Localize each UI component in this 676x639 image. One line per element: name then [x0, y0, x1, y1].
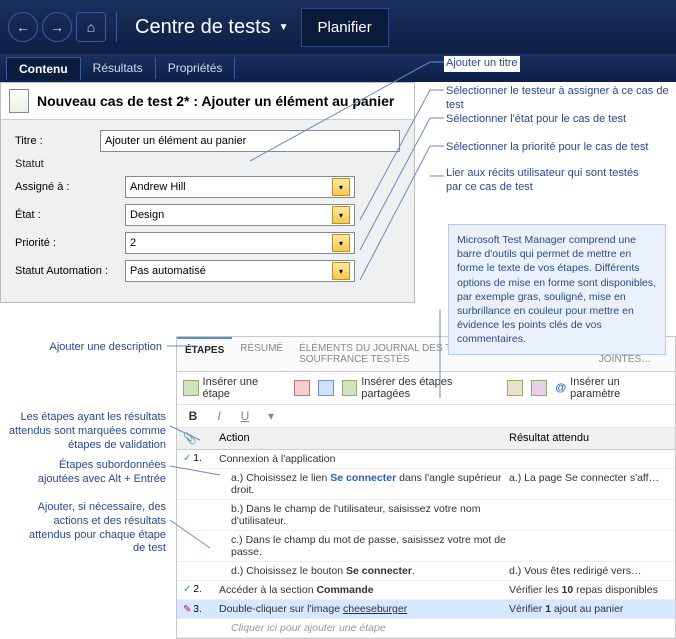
underline-button[interactable]: U	[235, 409, 255, 423]
insert-param-label: Insérer un paramètre	[570, 376, 669, 400]
tool-icon	[531, 380, 547, 396]
at-icon: @	[555, 382, 566, 394]
callout-addsteps: Ajouter, si nécessaire, des actions et d…	[18, 500, 168, 557]
callout-box-toolbar: Microsoft Test Manager comprend une barr…	[448, 224, 666, 355]
step-icon: ✓	[183, 453, 191, 465]
tab-resultats[interactable]: Résultats	[81, 57, 156, 79]
titre-input[interactable]	[100, 130, 400, 152]
automation-value: Pas automatisé	[130, 265, 206, 277]
insert-step-icon	[183, 380, 199, 396]
document-icon	[9, 89, 29, 113]
automation-label: Statut Automation :	[15, 265, 125, 277]
step-icon: ✓	[183, 584, 191, 596]
step-row[interactable]: ✓1.Connexion à l'application	[177, 450, 675, 469]
step-row[interactable]: ✓2.Accéder à la section CommandeVérifier…	[177, 581, 675, 600]
insert-shared-label: Insérer des étapes partagées	[361, 376, 499, 400]
col-action: Action	[219, 432, 509, 445]
back-button[interactable]: ←	[8, 12, 38, 42]
page-title: Nouveau cas de test 2* : Ajouter un élém…	[37, 93, 394, 109]
assigne-label: Assigné à :	[15, 181, 125, 193]
format-bar: B I U ▾	[177, 405, 675, 428]
extra-button-1[interactable]	[507, 380, 523, 396]
row-automation: Statut Automation : Pas automatisé ▾	[15, 260, 400, 282]
arrow-icon	[294, 380, 310, 396]
priorite-label: Priorité :	[15, 237, 125, 249]
attach-icon: 📎	[183, 432, 219, 445]
step-row[interactable]: ✎3.Double-cliquer sur l'image cheeseburg…	[177, 600, 675, 619]
chevron-down-icon: ▾	[332, 262, 350, 280]
step-row[interactable]: c.) Dans le champ du mot de passe, saisi…	[177, 531, 675, 562]
row-assigne: Assigné à : Andrew Hill ▾	[15, 176, 400, 198]
app-title[interactable]: Centre de tests ▼	[135, 16, 289, 39]
italic-button[interactable]: I	[209, 409, 229, 423]
step-icon: ✎	[183, 604, 191, 615]
page-panel: Nouveau cas de test 2* : Ajouter un élém…	[0, 82, 415, 303]
automation-select[interactable]: Pas automatisé ▾	[125, 260, 355, 282]
col-result: Résultat attendu	[509, 432, 669, 445]
callout-validation: Les étapes ayant les résultats attendus …	[4, 410, 168, 453]
insert-param-button[interactable]: @ Insérer un paramètre	[555, 376, 669, 400]
move-up-button[interactable]	[294, 380, 310, 396]
row-titre: Titre :	[15, 130, 400, 152]
chevron-down-icon: ▾	[332, 234, 350, 252]
tool-icon	[507, 380, 523, 396]
tab-proprietes[interactable]: Propriétés	[156, 57, 236, 79]
steps-toolbar: Insérer une étape Insérer des étapes par…	[177, 372, 675, 405]
divider	[116, 12, 117, 42]
tab-resume[interactable]: RÉSUMÉ	[232, 337, 291, 371]
etat-label: État :	[15, 209, 125, 221]
insert-shared-button[interactable]: Insérer des étapes partagées	[342, 376, 500, 400]
priorite-value: 2	[130, 237, 136, 249]
etat-value: Design	[130, 209, 164, 221]
home-button[interactable]: ⌂	[76, 12, 106, 42]
steps-panel: ÉTAPES RÉSUMÉ ÉLÉMENTS DU JOURNAL DES TR…	[176, 336, 676, 639]
row-etat: État : Design ▾	[15, 204, 400, 226]
steps-body: ✓1.Connexion à l'application a.) Choisis…	[177, 450, 675, 638]
callout-title: Ajouter un titre	[444, 56, 520, 72]
callout-tester: Sélectionner le testeur à assigner à ce …	[444, 84, 676, 114]
statut-section-label: Statut	[15, 158, 400, 170]
plan-button[interactable]: Planifier	[301, 8, 389, 47]
step-row[interactable]: Cliquer ici pour ajouter une étape	[177, 619, 675, 638]
tab-contenu[interactable]: Contenu	[6, 57, 81, 80]
callout-description: Ajouter une description	[44, 340, 164, 356]
tab-row: Contenu Résultats Propriétés	[0, 54, 676, 82]
priorite-select[interactable]: 2 ▾	[125, 232, 355, 254]
extra-button-2[interactable]	[531, 380, 547, 396]
arrow-icon	[318, 380, 334, 396]
callout-stories: Lier aux récits utilisateur qui sont tes…	[444, 166, 644, 196]
forward-button[interactable]: →	[42, 12, 72, 42]
chevron-down-icon: ▾	[332, 206, 350, 224]
chevron-down-icon: ▾	[332, 178, 350, 196]
insert-step-label: Insérer une étape	[203, 376, 286, 400]
etat-select[interactable]: Design ▾	[125, 204, 355, 226]
tab-etapes[interactable]: ÉTAPES	[177, 337, 232, 371]
form-area: Titre : Statut Assigné à : Andrew Hill ▾…	[1, 120, 414, 302]
step-row[interactable]: b.) Dans le champ de l'utilisateur, sais…	[177, 500, 675, 531]
chevron-down-icon: ▼	[279, 22, 289, 33]
color-button[interactable]: ▾	[261, 409, 281, 423]
assigne-select[interactable]: Andrew Hill ▾	[125, 176, 355, 198]
move-down-button[interactable]	[318, 380, 334, 396]
app-title-text: Centre de tests	[135, 16, 271, 39]
row-priorite: Priorité : 2 ▾	[15, 232, 400, 254]
titre-label: Titre :	[15, 135, 100, 147]
callout-substeps: Étapes subordonnées ajoutées avec Alt + …	[18, 458, 168, 488]
bold-button[interactable]: B	[183, 409, 203, 423]
step-row[interactable]: a.) Choisissez le lien Se connecter dans…	[177, 469, 675, 500]
titlebar: ← → ⌂ Centre de tests ▼ Planifier	[0, 0, 676, 54]
shared-steps-icon	[342, 380, 358, 396]
page-header: Nouveau cas de test 2* : Ajouter un élém…	[1, 83, 414, 120]
assigne-value: Andrew Hill	[130, 181, 186, 193]
step-row[interactable]: d.) Choisissez le bouton Se connecter.d.…	[177, 562, 675, 581]
callout-priority: Sélectionner la priorité pour le cas de …	[444, 140, 650, 156]
callout-state: Sélectionner l'état pour le cas de test	[444, 112, 628, 128]
grid-header: 📎 Action Résultat attendu	[177, 428, 675, 450]
insert-step-button[interactable]: Insérer une étape	[183, 376, 286, 400]
